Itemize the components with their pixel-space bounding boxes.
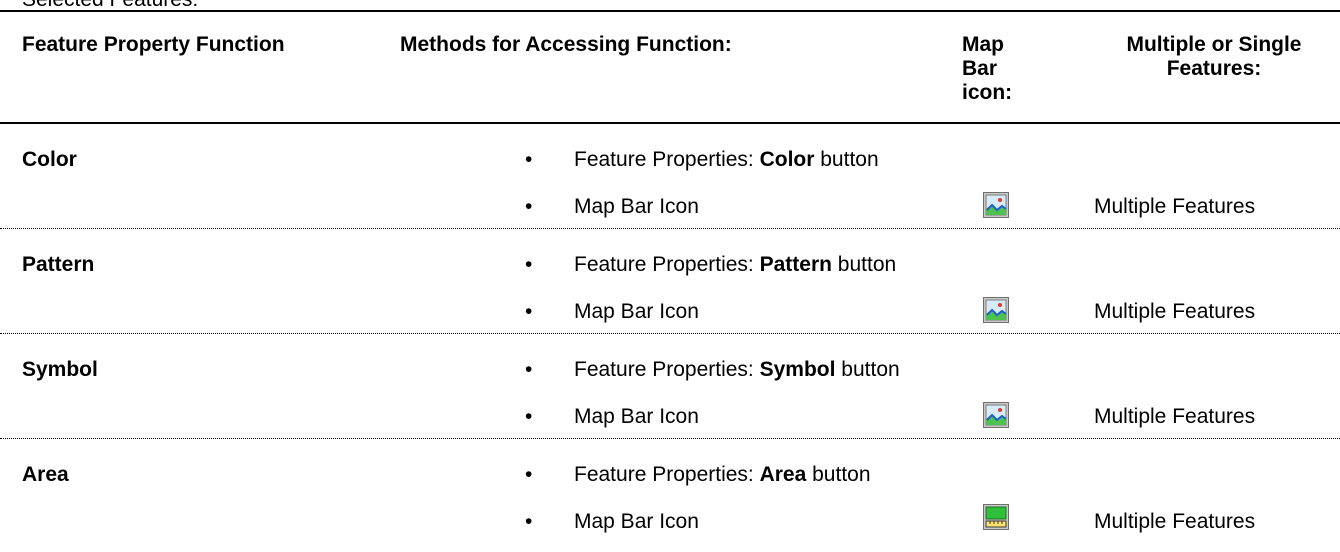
method-feature-properties: Feature Properties: Color button: [574, 148, 879, 171]
function-name: Symbol: [22, 358, 98, 381]
table-row: Pattern • Feature Properties: Pattern bu…: [0, 229, 1340, 334]
method-map-bar-icon: Map Bar Icon: [574, 300, 699, 323]
applies-to: Multiple Features: [1094, 300, 1256, 323]
table-row: Symbol • Feature Properties: Symbol butt…: [0, 334, 1340, 439]
header-map-bar-icon-line-1: Map: [962, 33, 1004, 56]
method-map-bar-icon: Map Bar Icon: [574, 510, 699, 533]
bullet: •: [525, 510, 533, 533]
method-button-name: Symbol: [759, 358, 836, 381]
method-button-name: Color: [759, 148, 815, 171]
table-row: Area • Feature Properties: Area button •…: [0, 439, 1340, 544]
header-map-bar-icon-line-3: icon:: [962, 81, 1013, 104]
header-methods: Methods for Accessing Function:: [400, 33, 732, 56]
method-feature-properties: Feature Properties: Symbol button: [574, 358, 900, 381]
bullet: •: [525, 148, 533, 171]
applies-to: Multiple Features: [1094, 510, 1256, 533]
header-function: Feature Property Function: [22, 33, 285, 56]
applies-to: Multiple Features: [1094, 405, 1256, 428]
bullet: •: [525, 300, 533, 323]
method-button-name: Area: [759, 463, 807, 486]
area-measure-icon[interactable]: [983, 504, 1009, 530]
bullet: •: [525, 358, 533, 381]
function-name: Color: [22, 148, 77, 171]
bullet: •: [525, 195, 533, 218]
map-display-icon[interactable]: [983, 192, 1009, 218]
header-multiple-single-line-1: Multiple or Single: [1126, 33, 1302, 56]
method-feature-properties: Feature Properties: Area button: [574, 463, 871, 486]
function-name: Pattern: [22, 253, 95, 276]
bullet: •: [525, 463, 533, 486]
method-feature-properties: Feature Properties: Pattern button: [574, 253, 897, 276]
map-display-icon[interactable]: [983, 402, 1009, 428]
bullet: •: [525, 405, 533, 428]
method-button-name: Pattern: [759, 253, 832, 276]
method-map-bar-icon: Map Bar Icon: [574, 405, 699, 428]
applies-to: Multiple Features: [1094, 195, 1256, 218]
header-map-bar-icon: Map Bar icon:: [962, 33, 1012, 105]
header-multiple-single-line-2: Features:: [1166, 57, 1262, 80]
function-name: Area: [22, 463, 69, 486]
method-map-bar-icon: Map Bar Icon: [574, 195, 699, 218]
top-rule: [0, 10, 1340, 12]
map-display-icon[interactable]: [983, 297, 1009, 323]
header-map-bar-icon-line-2: Bar: [962, 57, 998, 80]
header-multiple-single: Multiple or Single Features:: [1095, 33, 1333, 81]
table-row: Color • Feature Properties: Color button…: [0, 124, 1340, 229]
bullet: •: [525, 253, 533, 276]
